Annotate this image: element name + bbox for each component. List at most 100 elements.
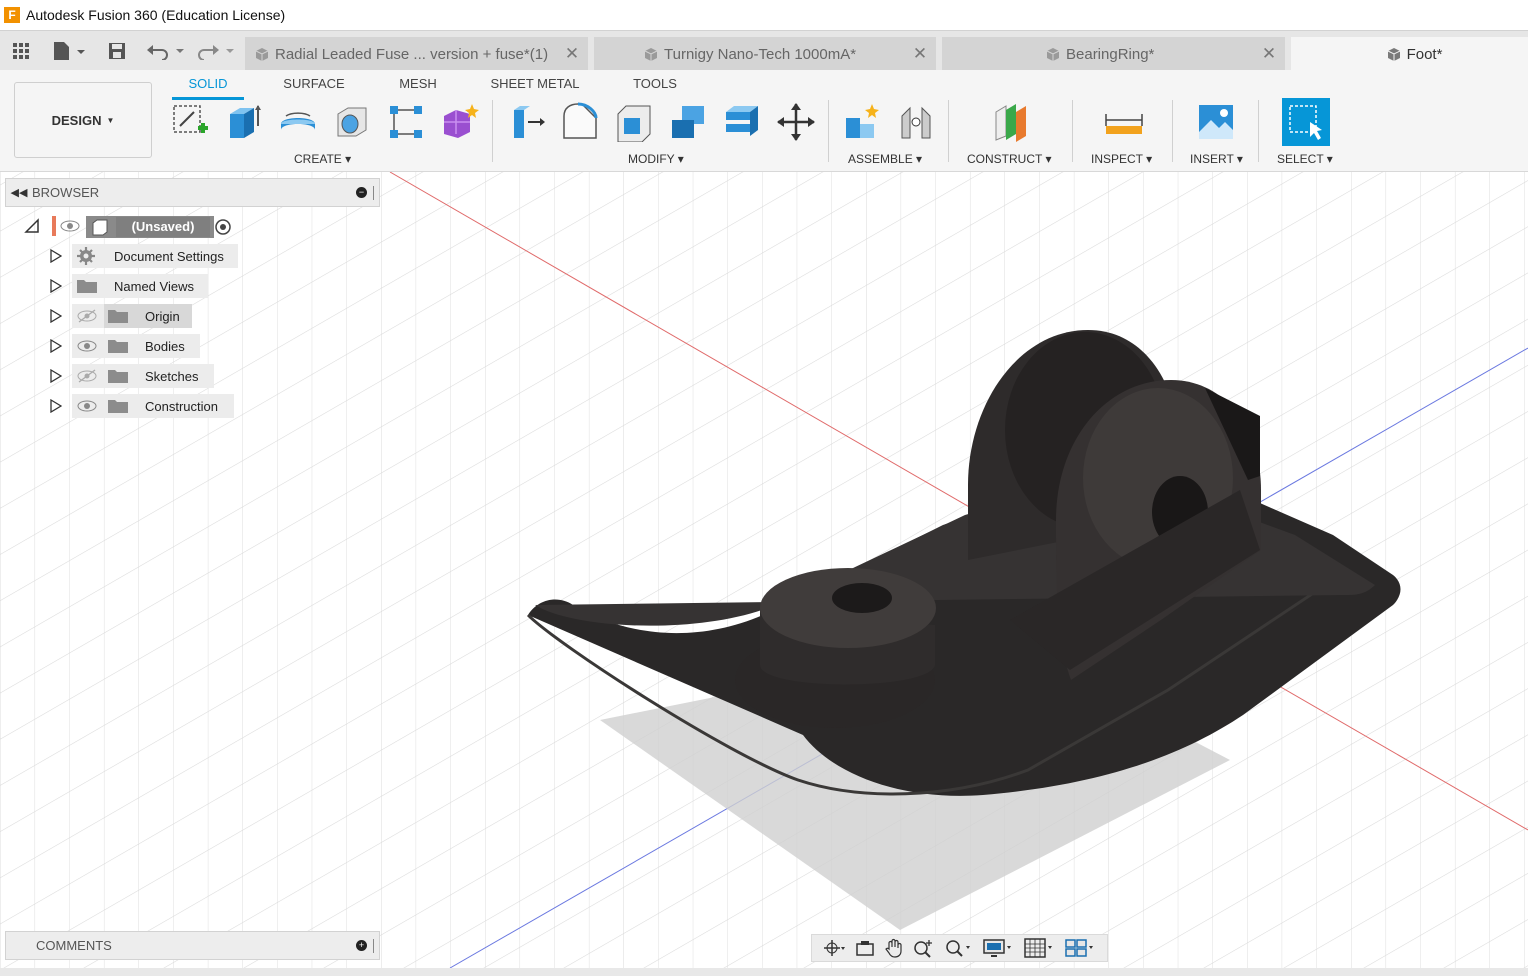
chevron-down-icon: ▼ [106,115,115,125]
insert-image-icon[interactable] [1194,100,1238,144]
insert-menu[interactable]: INSERT ▾ [1190,152,1243,166]
ribbon-toolbar: DESIGN ▼ SOLID SURFACE MESH SHEET METAL … [0,70,1528,172]
folder-icon [108,310,128,323]
construct-menu[interactable]: CONSTRUCT ▾ [967,152,1051,166]
grid-icon[interactable] [1023,938,1056,958]
tree-label: Named Views [114,279,194,294]
expand-triangle-icon[interactable] [50,399,62,413]
close-tab-icon[interactable]: ✕ [910,44,930,64]
document-tab-radial-fuse[interactable]: Radial Leaded Fuse ... version + fuse*(1… [245,37,588,71]
select-menu[interactable]: SELECT ▾ [1277,152,1333,166]
document-tab-bar: Radial Leaded Fuse ... version + fuse*(1… [0,30,1528,71]
visibility-eye-icon[interactable] [60,218,80,234]
create-menu[interactable]: CREATE ▾ [294,152,351,166]
workspace-switcher[interactable]: DESIGN ▼ [14,82,152,158]
timeline-strip [0,968,1528,976]
hidden-eye-icon[interactable] [76,368,98,384]
hole-icon[interactable] [330,100,374,144]
document-tab-turnigy[interactable]: Turnigy Nano-Tech 1000mA* ✕ [594,37,936,71]
combine-icon[interactable] [666,100,710,144]
gear-icon [77,247,95,265]
document-tab-foot[interactable]: Foot* [1291,37,1528,71]
create-form-icon[interactable] [438,100,482,144]
save-icon[interactable] [106,39,128,63]
visibility-eye-icon[interactable] [76,398,98,414]
expand-triangle-icon[interactable] [50,339,62,353]
tree-label: Construction [145,399,218,414]
activate-radio-icon[interactable] [214,218,232,236]
inspect-menu[interactable]: INSPECT ▾ [1091,152,1152,166]
joint-icon[interactable] [894,100,938,144]
tab-label: Radial Leaded Fuse ... version + fuse*(1… [275,45,549,63]
data-panel-grid-icon[interactable] [10,39,32,63]
hidden-eye-icon[interactable] [76,308,98,324]
tree-label: Document Settings [114,249,224,264]
minimize-panel-icon[interactable]: − [356,187,367,198]
fillet-icon[interactable] [558,100,602,144]
orbit-icon[interactable] [822,938,846,958]
tab-tools[interactable]: TOOLS [624,76,686,91]
expand-triangle-icon[interactable] [50,279,62,293]
tab-label: Foot* [1406,45,1443,63]
folder-icon [108,400,128,413]
tab-label: BearingRing* [1066,45,1155,63]
shell-icon[interactable] [612,100,656,144]
root-label: (Unsaved) [116,217,210,237]
pan-icon[interactable] [884,938,904,958]
tab-mesh[interactable]: MESH [390,76,446,91]
toolbar-separator [492,100,493,162]
new-component-icon[interactable] [840,100,884,144]
close-tab-icon[interactable]: ✕ [1259,44,1279,64]
tab-surface[interactable]: SURFACE [278,76,350,91]
rectangular-pattern-icon[interactable] [384,100,428,144]
look-at-icon[interactable] [855,938,875,958]
panel-grip-icon[interactable] [373,938,375,953]
expand-triangle-icon[interactable] [50,369,62,383]
revolve-icon[interactable] [276,100,320,144]
measure-icon[interactable] [1102,100,1146,144]
browser-panel-header[interactable]: ◀◀ BROWSER − [5,178,380,207]
document-tab-bearingring[interactable]: BearingRing* ✕ [942,37,1285,71]
collapse-triangle-icon[interactable] [24,218,42,234]
display-settings-icon[interactable] [983,938,1015,958]
canvas-viewport[interactable] [0,172,1528,968]
browser-title: BROWSER [32,185,100,200]
fit-icon[interactable] [944,938,974,958]
expand-triangle-icon[interactable] [50,309,62,323]
panel-grip-icon[interactable] [373,185,375,200]
comments-title: COMMENTS [36,938,112,953]
toolbar-separator [1072,100,1073,162]
component-icon [1046,48,1060,61]
file-menu-icon[interactable] [50,39,88,63]
viewports-icon[interactable] [1064,938,1097,958]
zoom-icon[interactable] [913,938,935,958]
offset-face-icon[interactable] [720,100,764,144]
tab-solid[interactable]: SOLID [172,76,244,91]
undo-icon[interactable] [146,39,186,63]
visibility-eye-icon[interactable] [76,338,98,354]
component-icon [1387,48,1400,61]
press-pull-icon[interactable] [504,100,548,144]
redo-icon[interactable] [196,39,236,63]
tab-sheet-metal[interactable]: SHEET METAL [486,76,584,91]
close-tab-icon[interactable]: ✕ [562,44,582,64]
modify-menu[interactable]: MODIFY ▾ [628,152,684,166]
fusion-logo: F [4,7,20,23]
add-comment-icon[interactable]: + [356,940,367,951]
select-icon[interactable] [1282,98,1330,146]
assemble-menu[interactable]: ASSEMBLE ▾ [848,152,922,166]
tree-label: Bodies [145,339,185,354]
comments-panel-header[interactable]: COMMENTS + [5,931,380,960]
expand-triangle-icon[interactable] [50,249,62,263]
toolbar-separator [1172,100,1173,162]
move-icon[interactable] [774,100,818,144]
offset-plane-icon[interactable] [990,100,1034,144]
component-icon [255,48,269,61]
collapse-panel-icon[interactable]: ◀◀ [6,186,32,199]
document-icon [92,219,108,236]
tree-label: Sketches [145,369,199,384]
extrude-icon[interactable] [222,100,266,144]
create-sketch-icon[interactable] [168,100,212,144]
title-bar: F Autodesk Fusion 360 (Education License… [0,0,1528,30]
tab-label: Turnigy Nano-Tech 1000mA* [664,45,857,63]
